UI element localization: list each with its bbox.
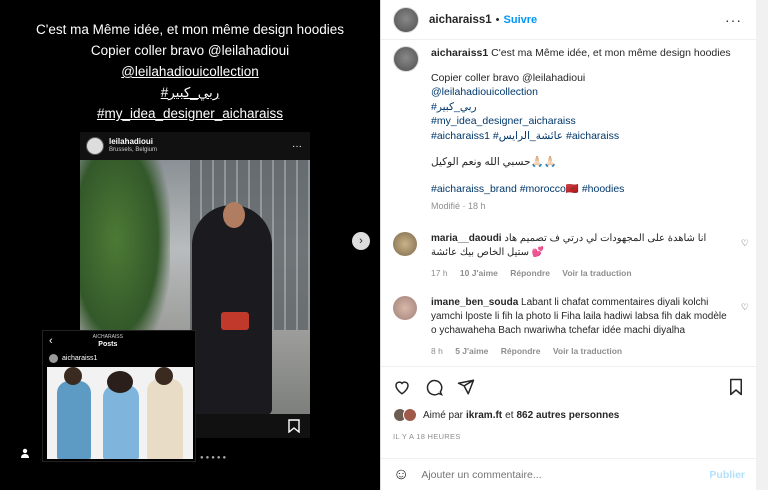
likes-count[interactable]: 862 autres personnes: [516, 410, 619, 421]
embedded-post-header: leilahadioui Brussels, Belgium ···: [80, 132, 310, 160]
story-line: Copier coller bravo @leilahadioui: [90, 43, 290, 58]
modified-label: Modifié · 18 h: [431, 201, 486, 211]
avatar[interactable]: [393, 296, 417, 320]
comment-icon[interactable]: [425, 378, 443, 396]
like-comment-icon[interactable]: ♡: [741, 300, 749, 314]
story-text-overlay: C'est ma Même idée, et mon même design h…: [0, 20, 380, 125]
carousel-dots: ●●●●●: [200, 455, 229, 461]
next-arrow-button[interactable]: ›: [352, 232, 370, 250]
overlay-section: Posts: [98, 341, 118, 348]
story-line: #my_idea_designer_aicharaiss: [96, 106, 284, 121]
caption-hashtag[interactable]: #my_idea_designer_aicharaiss: [431, 114, 743, 129]
overlay-username: aicharaiss1: [62, 354, 98, 362]
avatar: [49, 353, 58, 363]
caption-line: Copier coller bravo @leilahadioui: [431, 71, 586, 84]
likes-middle: et: [505, 409, 514, 421]
tagged-user-icon[interactable]: [20, 448, 30, 461]
post-username[interactable]: aicharaiss1: [429, 14, 492, 26]
avatar[interactable]: [393, 46, 419, 72]
publish-button[interactable]: Publier: [709, 469, 745, 481]
comment-likes[interactable]: 10 J'aime: [460, 268, 498, 278]
bookmark-icon: [288, 419, 300, 433]
more-options-icon[interactable]: ···: [725, 12, 742, 28]
avatar[interactable]: [393, 6, 419, 33]
emoji-icon[interactable]: ☺: [393, 466, 409, 484]
back-icon: ‹: [49, 335, 53, 347]
avatar[interactable]: [393, 232, 417, 256]
story-line: @leilahadiouicollection: [121, 64, 259, 79]
comment-time: 17 h: [431, 268, 448, 278]
scrollbar[interactable]: [756, 0, 768, 490]
follow-button[interactable]: Suivre: [504, 14, 538, 26]
translate-link[interactable]: Voir la traduction: [562, 268, 631, 278]
comment: imane_ben_souda Labant li chafat comment…: [393, 296, 749, 360]
comment: maria__daoudi انا شاهدة على المجهودات لي…: [393, 232, 749, 280]
caption: aicharaiss1 C'est ma Même idée, et mon m…: [393, 46, 743, 214]
story-line: #ربي_كبير: [160, 85, 220, 100]
caption-hashtag[interactable]: #aicharaiss_brand #morocco🇲🇦 #hoodies: [431, 182, 743, 197]
translate-link[interactable]: Voir la traduction: [553, 346, 622, 356]
post-header: aicharaiss1 • Suivre ···: [381, 0, 756, 40]
post-panel: aicharaiss1 • Suivre ··· aicharaiss1 C'e…: [380, 0, 757, 490]
caption-link[interactable]: @leilahadiouicollection: [431, 85, 743, 100]
caption-first-line: C'est ma Même idée, et mon même design h…: [491, 47, 731, 59]
profile-screenshot: ‹ AICHARAISS Posts aicharaiss1: [42, 330, 196, 462]
comment-username[interactable]: maria__daoudi: [431, 233, 502, 244]
likes-user[interactable]: ikram.ft: [466, 410, 502, 421]
comment-input[interactable]: [421, 468, 692, 481]
comment-likes[interactable]: 5 J'aime: [455, 346, 488, 356]
bookmark-icon[interactable]: [727, 378, 745, 396]
heart-icon[interactable]: [393, 378, 411, 396]
comment-username[interactable]: imane_ben_souda: [431, 297, 518, 308]
action-bar: [381, 366, 757, 406]
add-comment-bar: ☺ Publier: [381, 458, 757, 490]
separator: •: [495, 13, 500, 26]
post-media: C'est ma Même idée, et mon même design h…: [0, 0, 380, 490]
caption-hashtag[interactable]: #ربي_كبير: [431, 100, 743, 115]
hoodies-photo: [47, 367, 193, 459]
more-icon: ···: [292, 140, 302, 152]
comment-time: 8 h: [431, 346, 443, 356]
like-comment-icon[interactable]: ♡: [741, 236, 749, 250]
caption-username[interactable]: aicharaiss1: [431, 47, 488, 59]
embedded-username: leilahadioui: [109, 137, 154, 146]
likes-prefix: Aimé par: [423, 409, 464, 421]
post-timestamp[interactable]: IL Y A 18 HEURES: [393, 432, 461, 441]
caption-hashtag[interactable]: #aicharaiss1 #عائشة_الرايس #aicharaiss: [431, 129, 743, 144]
reply-button[interactable]: Répondre: [501, 346, 541, 356]
avatar: [403, 408, 417, 422]
avatar: [86, 137, 104, 155]
share-icon[interactable]: [457, 378, 475, 396]
embedded-location: Brussels, Belgium: [109, 147, 158, 153]
overlay-account: AICHARAISS: [92, 334, 123, 340]
story-line: C'est ma Même idée, et mon même design h…: [36, 22, 344, 37]
reply-button[interactable]: Répondre: [510, 268, 550, 278]
likes-summary: Aimé par ikram.ft et 862 autres personne…: [393, 408, 619, 422]
caption-line: حسبي الله ونعم الوكيل🙏🏻🙏🏻: [431, 156, 557, 168]
